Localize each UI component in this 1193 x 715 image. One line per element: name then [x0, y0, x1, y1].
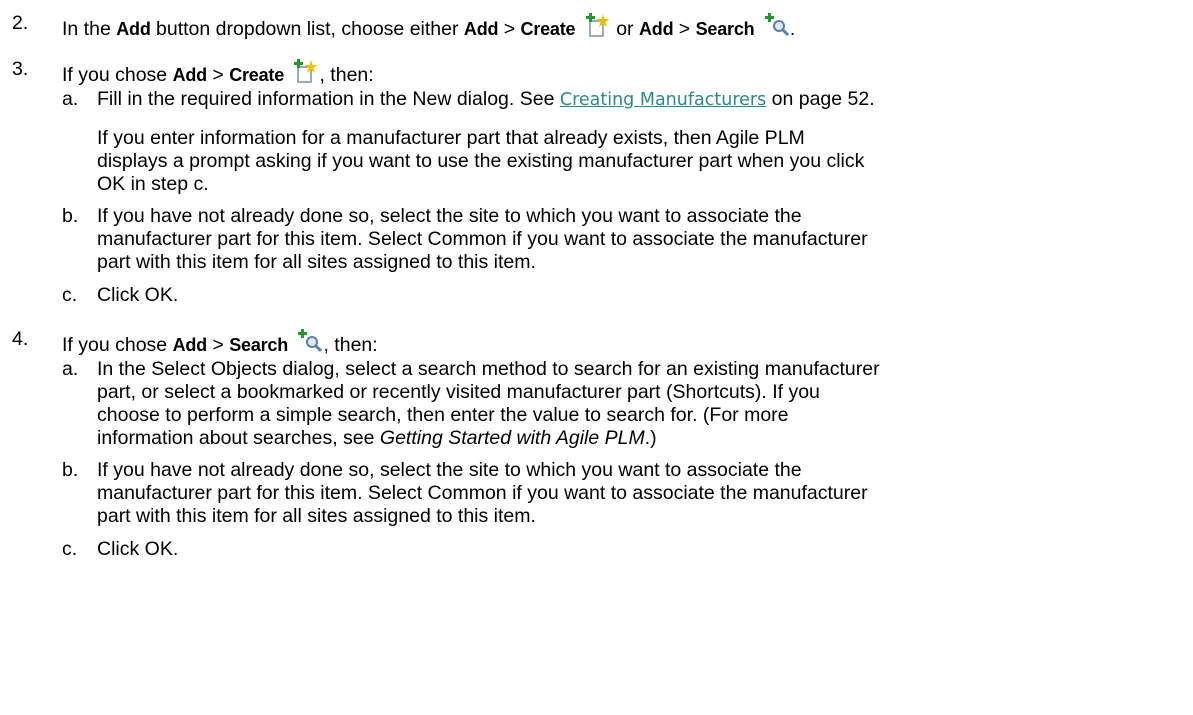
- substep-text: If you have not already done so, select …: [97, 459, 802, 481]
- step-number: 3.: [12, 58, 29, 80]
- add-create-icon: [585, 11, 611, 39]
- substep-letter: c.: [62, 284, 78, 306]
- creating-manufacturers-link[interactable]: Creating Manufacturers: [560, 90, 766, 110]
- substep-text: part with this item for all sites assign…: [97, 505, 536, 527]
- substep-text: In the Select Objects dialog, select a s…: [97, 358, 880, 380]
- substep-letter: b.: [62, 205, 79, 227]
- substep-text: information about searches, see Getting …: [97, 427, 657, 449]
- substep-letter: c.: [62, 538, 78, 560]
- substep-text: choose to perform a simple search, then …: [97, 404, 789, 426]
- step-text: If you chose Add > Search , then:: [62, 327, 378, 357]
- step-number: 4.: [12, 328, 29, 350]
- step-text: If you chose Add > Create , then:: [62, 57, 374, 87]
- note-line: If you enter information for a manufactu…: [97, 127, 805, 149]
- step-number: 2.: [12, 12, 29, 34]
- step-text: In the Add button dropdown list, choose …: [62, 11, 795, 41]
- note-line: displays a prompt asking if you want to …: [97, 150, 865, 172]
- substep-text: part with this item for all sites assign…: [97, 251, 536, 273]
- add-create-icon: [293, 57, 319, 85]
- substep-text: manufacturer part for this item. Select …: [97, 228, 868, 250]
- substep-text: part, or select a bookmarked or recently…: [97, 381, 820, 403]
- substep-letter: a.: [62, 88, 79, 110]
- substep-text: If you have not already done so, select …: [97, 205, 802, 227]
- substep-letter: a.: [62, 358, 79, 380]
- substep-text: Click OK.: [97, 538, 179, 560]
- substep-text: Fill in the required information in the …: [97, 88, 875, 110]
- substep-text: Click OK.: [97, 284, 179, 306]
- note-line: OK in step c.: [97, 173, 209, 195]
- substep-letter: b.: [62, 459, 79, 481]
- add-search-icon: [297, 327, 323, 355]
- substep-text: manufacturer part for this item. Select …: [97, 482, 868, 504]
- add-search-icon: [764, 11, 790, 39]
